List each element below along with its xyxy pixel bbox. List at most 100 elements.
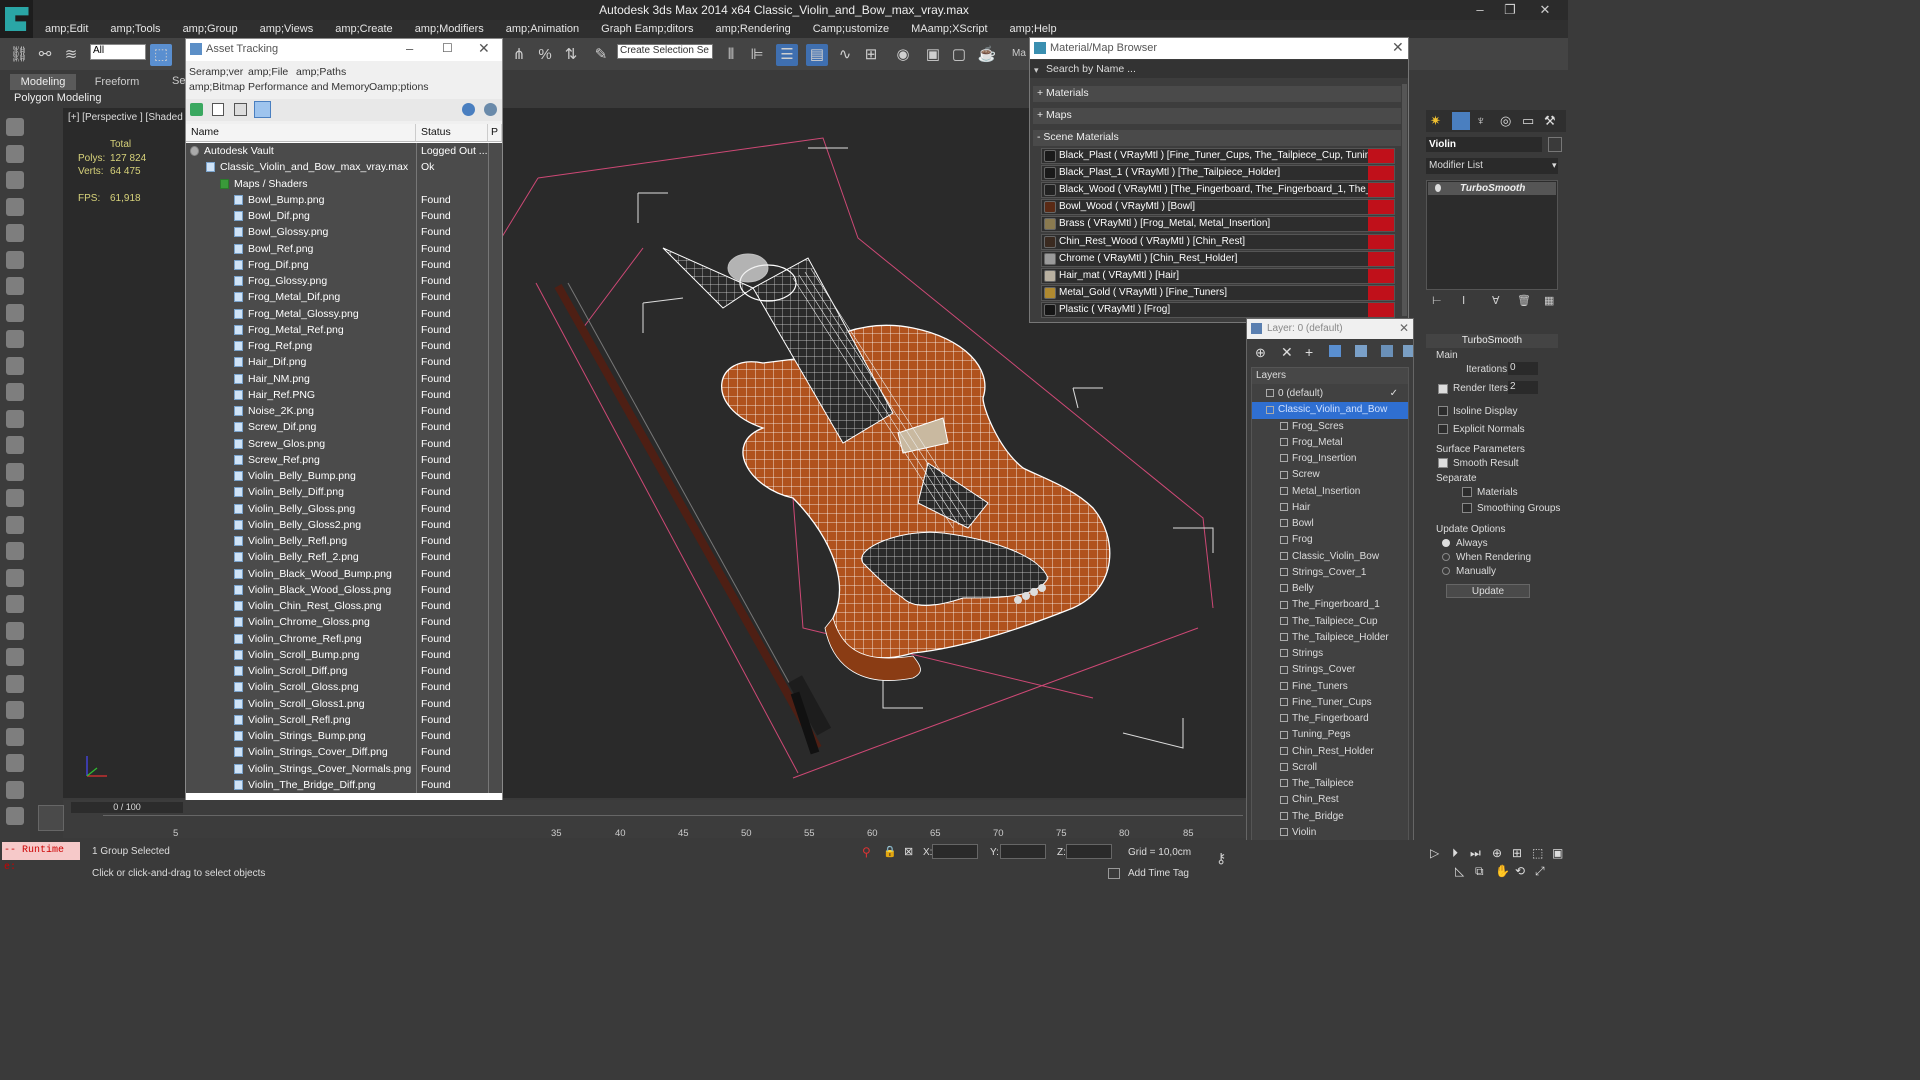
asset-row[interactable]: Frog_Metal_Dif.png Found xyxy=(186,289,502,306)
left-tool-icon-1[interactable] xyxy=(6,144,24,163)
asset-row[interactable]: Violin_Scroll_Bump.png Found xyxy=(186,646,502,663)
object-color-swatch[interactable] xyxy=(1548,137,1562,152)
layer-row[interactable]: Strings_Cover_1 xyxy=(1252,565,1408,581)
asset-row[interactable]: Violin_Belly_Gloss.png Found xyxy=(186,500,502,517)
remove-modifier-icon[interactable]: 🗑 xyxy=(1517,294,1531,307)
layer-row[interactable]: Scroll xyxy=(1252,760,1408,776)
time-slider[interactable]: 0 / 100 xyxy=(71,802,183,813)
left-tool-icon-10[interactable] xyxy=(6,383,24,401)
z-coordinate-field[interactable] xyxy=(1066,844,1112,859)
asset-row[interactable]: Frog_Ref.png Found xyxy=(186,338,502,355)
column-header-p[interactable]: P xyxy=(488,124,502,142)
menu-item-2[interactable]: amp;Group xyxy=(171,20,248,38)
asset-row[interactable]: Frog_Dif.png Found xyxy=(186,256,502,273)
left-tool-icon-13[interactable] xyxy=(6,462,24,481)
asset-row[interactable]: Bowl_Bump.png Found xyxy=(186,191,502,208)
configure-sets-icon[interactable]: ▦ xyxy=(1544,294,1554,307)
left-tool-icon-22[interactable] xyxy=(6,701,24,719)
pin-stack-icon[interactable]: ⊢ xyxy=(1432,294,1442,307)
selection-filter-dropdown[interactable]: All xyxy=(90,44,146,60)
zoom-icon[interactable]: ⊕ xyxy=(1492,846,1502,860)
field-of-view-icon[interactable]: ◺ xyxy=(1455,864,1464,878)
layers-column-header[interactable]: Layers xyxy=(1252,368,1408,384)
rendered-frame-icon[interactable]: ▢ xyxy=(948,44,970,66)
smoothing-groups-checkbox[interactable] xyxy=(1462,503,1472,513)
refresh-icon[interactable] xyxy=(190,103,203,116)
material-search-input[interactable]: Search by Name ... xyxy=(1030,60,1408,78)
pan-icon[interactable]: ✋ xyxy=(1495,864,1510,878)
viewport-label[interactable]: [+] [Perspective ] [Shaded xyxy=(68,112,183,123)
show-end-result-icon[interactable]: Ⅰ xyxy=(1462,294,1465,307)
left-tool-icon-19[interactable] xyxy=(6,621,24,640)
layer-row[interactable]: The_Tailpiece_Cup xyxy=(1252,614,1408,630)
left-tool-icon-2[interactable] xyxy=(6,171,24,189)
tab-selection[interactable]: Se xyxy=(172,75,185,87)
isoline-checkbox[interactable] xyxy=(1438,406,1448,416)
asset-row[interactable]: Noise_2K.png Found xyxy=(186,403,502,420)
left-tool-icon-24[interactable] xyxy=(6,754,24,772)
add-to-layer-icon[interactable]: + xyxy=(1305,344,1313,360)
left-tool-icon-8[interactable] xyxy=(6,330,24,348)
layer-row[interactable]: Chin_Rest xyxy=(1252,792,1408,808)
asset-row[interactable]: Violin_Scroll_Refl.png Found xyxy=(186,711,502,728)
object-name-field[interactable]: Violin xyxy=(1426,137,1542,152)
transform-mode-icon[interactable]: ⊠ xyxy=(904,845,913,858)
left-tool-icon-4[interactable] xyxy=(6,224,24,242)
layer-row[interactable]: The_Fingerboard xyxy=(1252,711,1408,727)
asset-tracking-titlebar[interactable]: Asset Tracking xyxy=(186,39,502,61)
explicit-normals-checkbox[interactable] xyxy=(1438,424,1448,434)
maximize-viewport-icon[interactable]: ⤢ xyxy=(1535,864,1545,879)
asset-row[interactable]: Violin_Chrome_Refl.png Found xyxy=(186,630,502,647)
asset-row[interactable]: Screw_Glos.png Found xyxy=(186,435,502,452)
layer-row[interactable]: Bowl xyxy=(1252,516,1408,532)
asset-row[interactable]: Violin_Chin_Rest_Gloss.png Found xyxy=(186,598,502,615)
asset-row[interactable]: Autodesk Vault Logged Out ... xyxy=(186,143,502,160)
asset-row[interactable]: Violin_Belly_Diff.png Found xyxy=(186,484,502,501)
layer-row[interactable]: Hair xyxy=(1252,500,1408,516)
material-editor-icon[interactable]: ◉ xyxy=(892,44,914,66)
spinner-snap-icon[interactable]: ⇅ xyxy=(560,44,582,66)
layer-row[interactable]: Screw xyxy=(1252,467,1408,483)
tab-freeform[interactable]: Freeform xyxy=(84,74,150,90)
layer-manager-icon[interactable]: ☰ xyxy=(776,44,798,66)
asset-close-button[interactable]: ✕ xyxy=(478,40,490,57)
always-radio[interactable] xyxy=(1442,539,1450,547)
left-tool-icon-21[interactable] xyxy=(6,674,24,693)
utilities-tab-icon[interactable]: ⚒ xyxy=(1544,113,1556,129)
layer-row[interactable]: Violin xyxy=(1252,825,1408,841)
when-rendering-radio[interactable] xyxy=(1442,553,1450,561)
add-time-tag-button[interactable]: Add Time Tag xyxy=(1128,868,1189,879)
next-frame-icon[interactable]: ⏵ xyxy=(1452,846,1458,861)
x-coordinate-field[interactable] xyxy=(932,844,978,859)
scene-material-row[interactable]: Plastic ( VRayMtl ) [Frog] xyxy=(1041,301,1395,318)
render-production-icon[interactable]: ☕ xyxy=(976,44,998,66)
layer-row[interactable]: Strings_Cover xyxy=(1252,662,1408,678)
asset-row[interactable]: Violin_Belly_Gloss2.png Found xyxy=(186,516,502,533)
left-tool-icon-16[interactable] xyxy=(6,542,24,560)
menu-item-3[interactable]: amp;Views xyxy=(248,20,324,38)
asset-row[interactable]: Frog_Metal_Ref.png Found xyxy=(186,321,502,338)
menu-item-11[interactable]: amp;Help xyxy=(998,20,1067,38)
separate-materials-checkbox[interactable] xyxy=(1462,487,1472,497)
asset-menu-file[interactable]: amp;File xyxy=(248,66,288,78)
menu-item-7[interactable]: Graph Eamp;ditors xyxy=(589,20,703,38)
hide-all-layers-icon[interactable] xyxy=(1381,345,1393,357)
help-icon[interactable] xyxy=(462,103,475,116)
time-tag-icon[interactable] xyxy=(1108,868,1120,879)
asset-menu-server[interactable]: Seramp;ver xyxy=(189,66,243,78)
bulb-icon[interactable] xyxy=(1435,184,1441,192)
ribbon-toggle-icon[interactable]: ▤ xyxy=(806,44,828,66)
asset-row[interactable]: Violin_The_Bridge_Diff.png Found xyxy=(186,776,502,793)
minimize-button[interactable]: – xyxy=(1465,2,1495,18)
tab-modeling[interactable]: Modeling xyxy=(10,74,76,90)
asset-row[interactable]: Violin_Black_Wood_Gloss.png Found xyxy=(186,581,502,598)
turbosmooth-rollout-title[interactable]: TurboSmooth xyxy=(1426,334,1558,348)
go-to-end-icon[interactable]: ⏭ xyxy=(1470,846,1481,861)
layer-row[interactable]: Frog_Scres xyxy=(1252,419,1408,435)
layer-row[interactable]: Belly xyxy=(1252,581,1408,597)
polygon-modeling-panel[interactable]: Polygon Modeling xyxy=(8,91,185,107)
render-setup-icon[interactable]: ▣ xyxy=(922,44,944,66)
render-iters-spinner[interactable]: 2 xyxy=(1508,381,1538,394)
edit-named-selection-icon[interactable]: ✎ xyxy=(590,44,612,66)
layer-row[interactable]: The_Bridge xyxy=(1252,809,1408,825)
